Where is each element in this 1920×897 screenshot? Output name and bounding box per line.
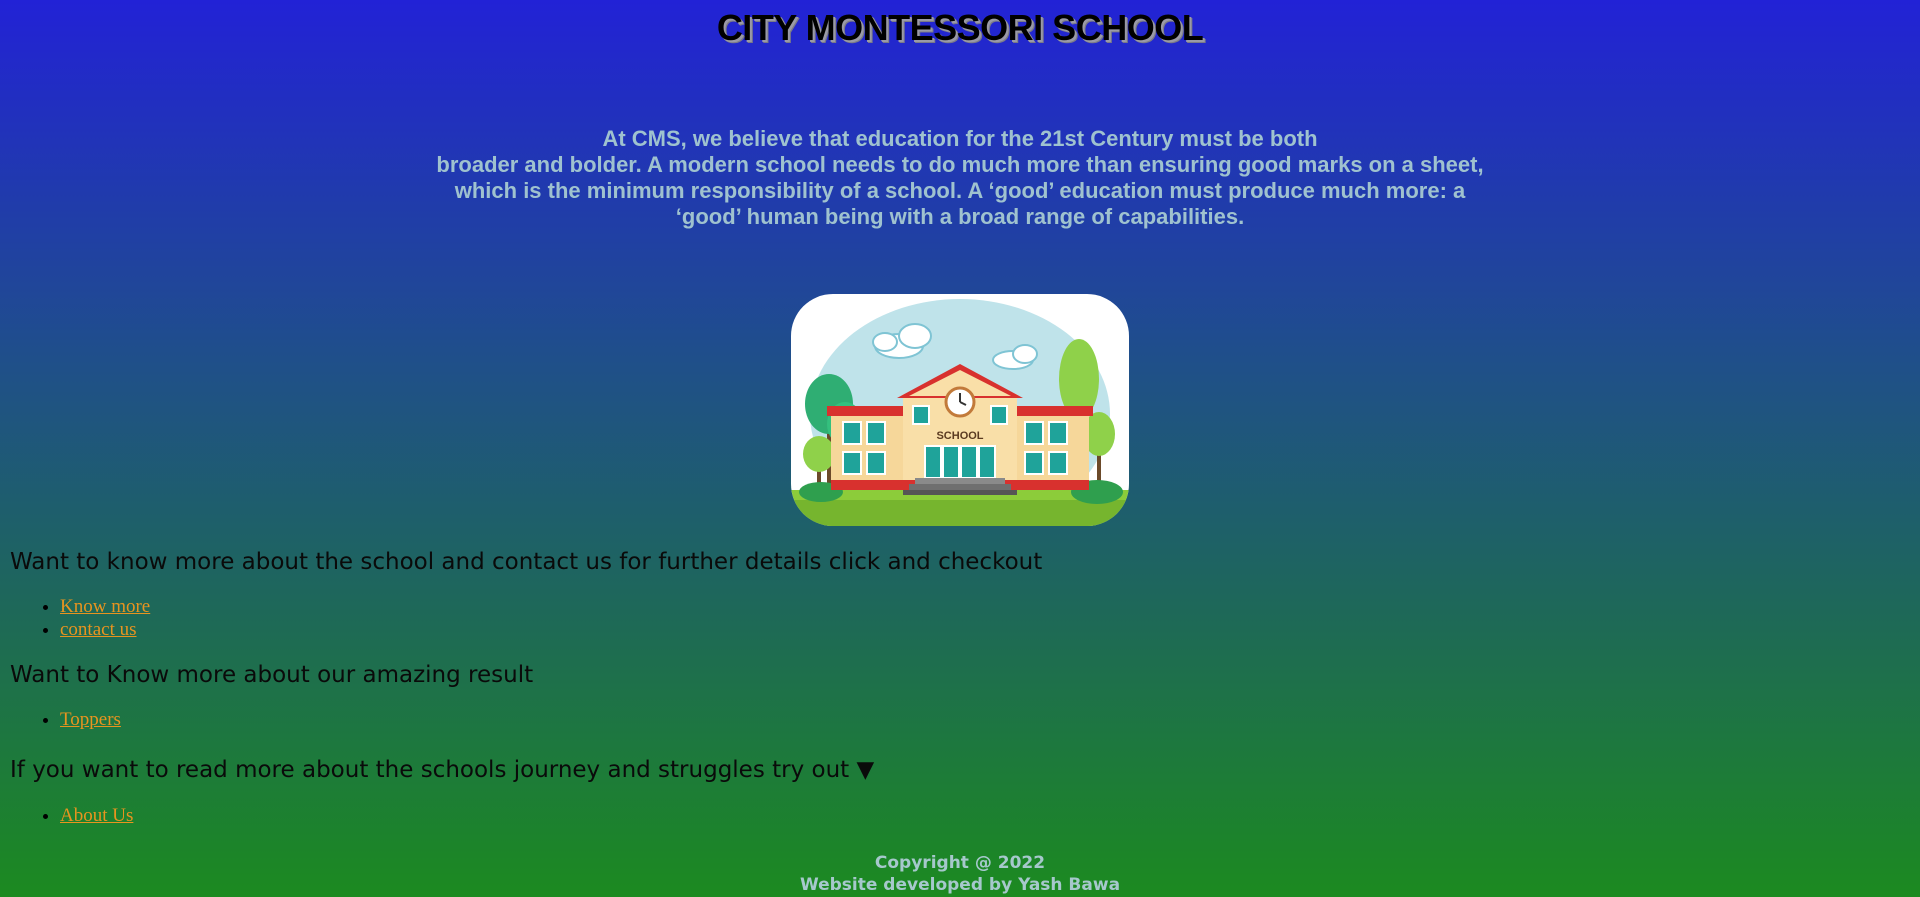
section-heading: Want to know more about the school and c… <box>10 549 1043 575</box>
contact-us-link[interactable]: contact us <box>60 619 137 640</box>
list-item: Toppers <box>60 708 533 731</box>
section-heading: If you want to read more about the schoo… <box>10 757 875 783</box>
link-list: Know more contact us <box>10 595 1042 641</box>
intro-line: which is the minimum responsibility of a… <box>454 178 1466 203</box>
developer-credit: Website developed by Yash Bawa <box>799 875 1121 895</box>
results-section: Want to Know more about our amazing resu… <box>10 661 533 731</box>
about-us-link[interactable]: About Us <box>60 805 133 826</box>
intro-paragraph: At CMS, we believe that education for th… <box>410 126 1510 230</box>
intro-line: ‘good’ human being with a broad range of… <box>675 204 1245 229</box>
list-item: About Us <box>60 804 874 827</box>
list-item: Know more <box>60 595 1042 618</box>
school-building-image: SCHOOL <box>791 294 1129 526</box>
school-sign-text: SCHOOL <box>936 430 983 442</box>
know-more-link[interactable]: Know more <box>60 596 150 617</box>
section-heading: Want to Know more about our amazing resu… <box>10 662 534 688</box>
link-list: Toppers <box>10 708 533 731</box>
intro-line: At CMS, we believe that education for th… <box>602 126 1318 151</box>
copyright-text: Copyright @ 2022 <box>874 853 1046 873</box>
site-title: CITY MONTESSORI SCHOOL <box>716 7 1204 48</box>
journey-section: If you want to read more about the schoo… <box>10 756 874 827</box>
footer: Copyright @ 2022 Website developed by Ya… <box>0 852 1920 896</box>
link-list: About Us <box>10 804 874 827</box>
toppers-link[interactable]: Toppers <box>60 709 121 730</box>
intro-line: broader and bolder. A modern school need… <box>436 152 1484 177</box>
list-item: contact us <box>60 618 1042 641</box>
school-info-section: Want to know more about the school and c… <box>10 548 1042 641</box>
